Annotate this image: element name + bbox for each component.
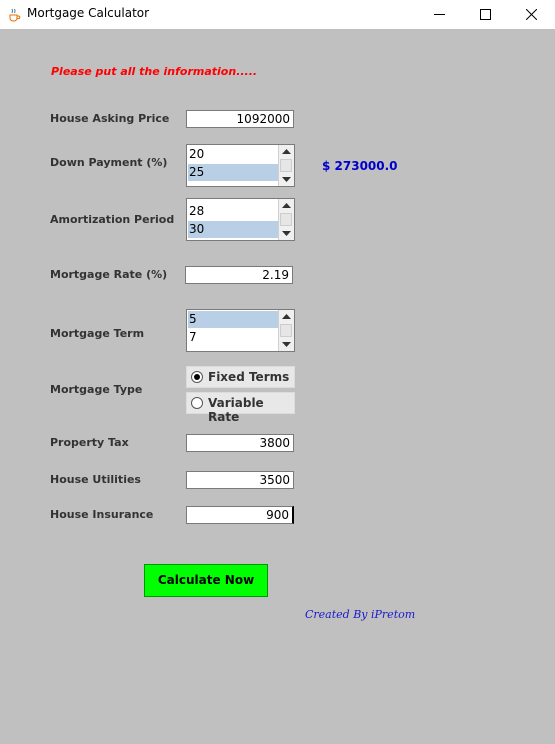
maximize-icon <box>480 9 491 20</box>
arrow-up-icon <box>282 149 291 154</box>
java-cup-icon <box>7 7 21 22</box>
fixed-terms-radio[interactable]: Fixed Terms <box>186 366 295 388</box>
window-title: Mortgage Calculator <box>27 6 150 20</box>
list-item[interactable]: 28 <box>188 203 279 220</box>
scroll-thumb[interactable] <box>280 159 292 172</box>
down-payment-amount: $ 273000.0 <box>322 159 398 173</box>
title-bar: Mortgage Calculator <box>0 0 555 29</box>
down-payment-label: Down Payment (%) <box>50 156 168 169</box>
mortgage-term-list[interactable]: 5 7 <box>186 309 295 352</box>
close-icon <box>526 9 537 20</box>
radio-unselected-icon <box>191 397 203 409</box>
scroll-thumb[interactable] <box>280 213 292 226</box>
arrow-down-icon <box>282 342 291 347</box>
list-item[interactable]: 20 <box>188 146 279 163</box>
down-payment-list[interactable]: 20 25 <box>186 144 295 187</box>
house-asking-price-field[interactable]: 1092000 <box>186 110 294 128</box>
maximize-button[interactable] <box>463 0 509 29</box>
list-item[interactable]: 7 <box>188 329 279 346</box>
arrow-down-icon <box>282 177 291 182</box>
scroll-thumb[interactable] <box>280 324 292 337</box>
scrollbar[interactable] <box>278 310 294 351</box>
house-asking-price-label: House Asking Price <box>50 112 170 125</box>
house-utilities-field[interactable]: 3500 <box>186 471 294 489</box>
scroll-up-button[interactable] <box>279 310 294 323</box>
radio-selected-icon <box>191 371 203 383</box>
calculate-now-button[interactable]: Calculate Now <box>144 564 268 597</box>
minimize-icon <box>434 14 445 15</box>
fixed-terms-label: Fixed Terms <box>208 370 290 384</box>
credit-text: Created By iPretom <box>305 608 416 621</box>
scroll-down-button[interactable] <box>279 173 294 186</box>
mortgage-rate-label: Mortgage Rate (%) <box>50 268 168 281</box>
scroll-down-button[interactable] <box>279 338 294 351</box>
scroll-up-button[interactable] <box>279 145 294 158</box>
scroll-down-button[interactable] <box>279 227 294 240</box>
property-tax-label: Property Tax <box>50 436 129 449</box>
arrow-up-icon <box>282 203 291 208</box>
list-item-selected[interactable]: 5 <box>188 311 279 328</box>
arrow-up-icon <box>282 314 291 319</box>
arrow-down-icon <box>282 231 291 236</box>
list-item-selected[interactable]: 25 <box>188 164 279 181</box>
property-tax-field[interactable]: 3800 <box>186 434 294 452</box>
house-utilities-label: House Utilities <box>50 473 141 486</box>
minimize-button[interactable] <box>417 0 463 29</box>
close-button[interactable] <box>509 0 555 29</box>
instruction-text: Please put all the information..... <box>51 65 258 78</box>
scrollbar[interactable] <box>278 145 294 186</box>
variable-rate-radio[interactable]: Variable Rate <box>186 392 295 424</box>
house-insurance-label: House Insurance <box>50 508 154 521</box>
mortgage-rate-field[interactable]: 2.19 <box>185 266 293 284</box>
house-insurance-field[interactable]: 900 <box>186 506 294 524</box>
list-item-selected[interactable]: 30 <box>188 221 279 238</box>
mortgage-type-label: Mortgage Type <box>50 383 143 396</box>
amortization-period-label: Amortization Period <box>50 213 175 226</box>
amortization-period-list[interactable]: 28 30 <box>186 198 295 241</box>
variable-rate-label: Variable Rate <box>208 396 264 424</box>
mortgage-term-label: Mortgage Term <box>50 327 145 340</box>
scroll-up-button[interactable] <box>279 199 294 212</box>
scrollbar[interactable] <box>278 199 294 240</box>
